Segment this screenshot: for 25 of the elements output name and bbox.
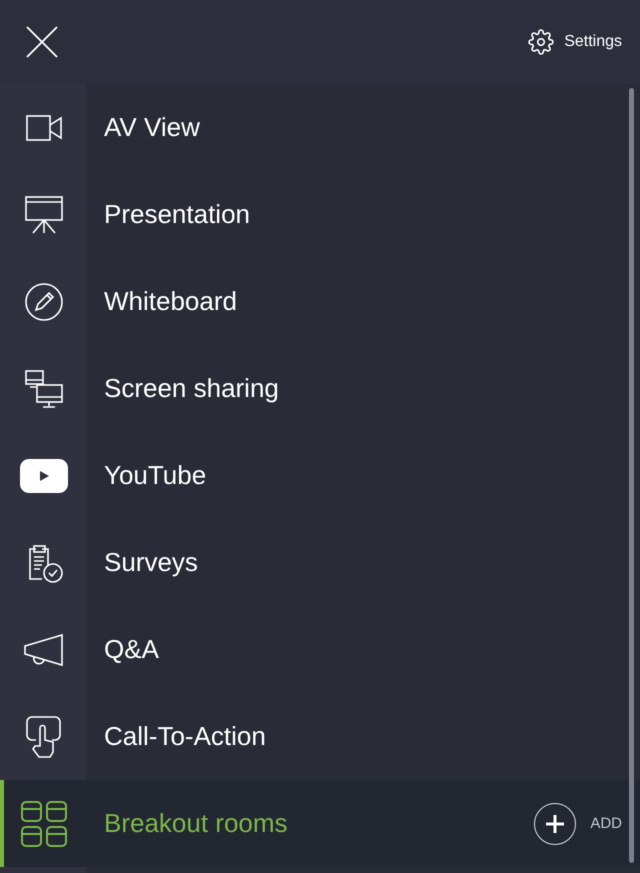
pencil-circle-icon [24, 282, 62, 320]
menu-item[interactable]: Breakout rooms ADD [0, 780, 640, 867]
menu-item[interactable]: Q&A [0, 606, 640, 693]
menu-item[interactable]: YouTube [0, 432, 640, 519]
touch-hand-icon [26, 716, 62, 758]
menu-item[interactable]: Surveys [0, 519, 640, 606]
monitors-icon [24, 370, 62, 408]
add-label: ADD [590, 815, 622, 832]
menu-item[interactable]: Call-To-Action [0, 693, 640, 780]
close-button[interactable] [26, 26, 58, 58]
easel-icon [24, 196, 62, 234]
play-button-icon [20, 458, 68, 492]
add-button[interactable] [534, 802, 576, 844]
close-icon [26, 26, 58, 58]
menu-item[interactable]: Whiteboard [0, 258, 640, 345]
plus-icon [545, 814, 566, 834]
scrollbar[interactable] [629, 88, 634, 863]
settings-icon [528, 29, 554, 55]
menu-item[interactable]: Presentation [0, 171, 640, 258]
video-camera-icon [26, 114, 62, 140]
megaphone-icon [24, 632, 64, 666]
menu-item[interactable]: AV View [0, 84, 640, 171]
menu-item[interactable]: Screen sharing [0, 345, 640, 432]
grid-icon [20, 800, 66, 846]
settings-button[interactable]: Settings [528, 29, 622, 55]
